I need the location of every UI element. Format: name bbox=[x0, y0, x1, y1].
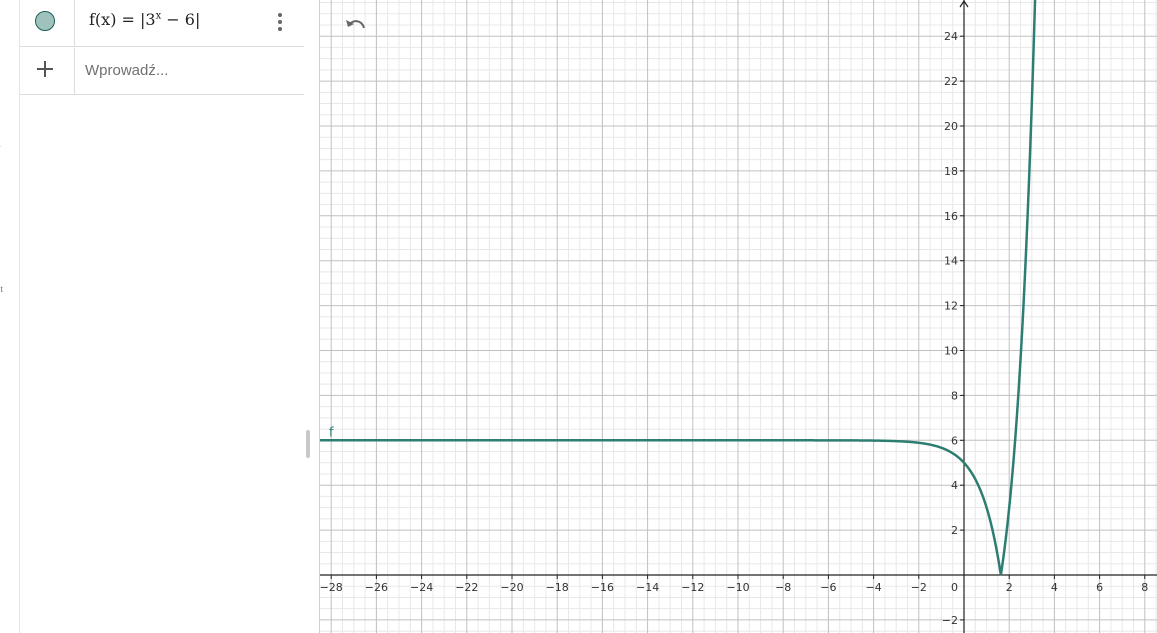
marble-icon[interactable] bbox=[35, 11, 55, 31]
algebra-view: f(x) = |3x − 6| Wprowadź... bbox=[20, 0, 304, 633]
formula-suffix: − 6| bbox=[161, 10, 201, 29]
marble-cell bbox=[20, 0, 75, 46]
x-tick-label-3: −22 bbox=[455, 581, 478, 594]
x-tick-label-14: 2 bbox=[1006, 581, 1013, 594]
y-tick-label-6: 12 bbox=[944, 300, 958, 313]
graph-canvas[interactable]: −28 −26 −24 −22 −20 −18 −16 −14 −12 −10 −8 −6 −4 −2 2 4… bbox=[320, 0, 1157, 633]
algebra-input[interactable]: Wprowadź... bbox=[85, 62, 168, 79]
x-tick-label-15: 4 bbox=[1051, 581, 1058, 594]
y-tick-label-1: 2 bbox=[951, 524, 958, 537]
y-tick-label-9: 18 bbox=[944, 165, 958, 178]
function-label: f bbox=[329, 425, 334, 440]
x-tick-label-10: −8 bbox=[775, 581, 791, 594]
x-tick-label-12: −4 bbox=[865, 581, 881, 594]
x-tick-label-2: −24 bbox=[410, 581, 433, 594]
y-tick-label-8: 16 bbox=[944, 210, 958, 223]
kebab-menu-icon[interactable] bbox=[270, 11, 290, 33]
graphics-view[interactable]: −28 −26 −24 −22 −20 −18 −16 −14 −12 −10 −8 −6 −4 −2 2 4… bbox=[320, 0, 1157, 633]
y-tick-label-3: 6 bbox=[951, 434, 958, 447]
formula-f[interactable]: f(x) = |3x − 6| bbox=[89, 10, 200, 29]
formula-prefix: f(x) = |3 bbox=[89, 10, 156, 29]
y-tick-label-4: 8 bbox=[951, 389, 958, 402]
algebra-input-row[interactable]: Wprowadź... bbox=[20, 48, 304, 95]
panel-drag-handle[interactable] bbox=[306, 430, 310, 458]
y-tick-label-11: 22 bbox=[944, 75, 958, 88]
x-tick-label-17: 8 bbox=[1141, 581, 1148, 594]
plus-cell bbox=[20, 48, 75, 94]
x-tick-label-4: −20 bbox=[500, 581, 523, 594]
y-tick-label-7: 14 bbox=[944, 255, 958, 268]
y-tick-label-5: 10 bbox=[944, 345, 958, 358]
x-tick-label-7: −14 bbox=[636, 581, 659, 594]
x-tick-label-11: −6 bbox=[820, 581, 836, 594]
x-tick-label-8: −12 bbox=[681, 581, 704, 594]
x-tick-label-0: −28 bbox=[320, 581, 343, 594]
y-tick-label-2: 4 bbox=[951, 479, 958, 492]
left-rail: a et bbox=[0, 0, 20, 633]
x-tick-label-13: −2 bbox=[911, 581, 927, 594]
rail-fragment-2: et bbox=[0, 285, 3, 294]
x-tick-label-9: −10 bbox=[726, 581, 749, 594]
plus-icon[interactable] bbox=[36, 60, 54, 78]
y-tick-label-12: 24 bbox=[944, 30, 958, 43]
algebra-item-f[interactable]: f(x) = |3x − 6| bbox=[20, 0, 304, 47]
x-tick-label-1: −26 bbox=[365, 581, 388, 594]
x-tick-label-5: −18 bbox=[546, 581, 569, 594]
function-f-curve[interactable] bbox=[320, 0, 1037, 576]
origin-label: 0 bbox=[951, 581, 958, 594]
panel-divider[interactable] bbox=[304, 0, 320, 633]
x-tick-label-6: −16 bbox=[591, 581, 614, 594]
y-tick-label-10: 20 bbox=[944, 120, 958, 133]
y-tick-label-0: −2 bbox=[942, 614, 958, 627]
undo-icon[interactable] bbox=[344, 16, 368, 36]
x-tick-label-16: 6 bbox=[1096, 581, 1103, 594]
